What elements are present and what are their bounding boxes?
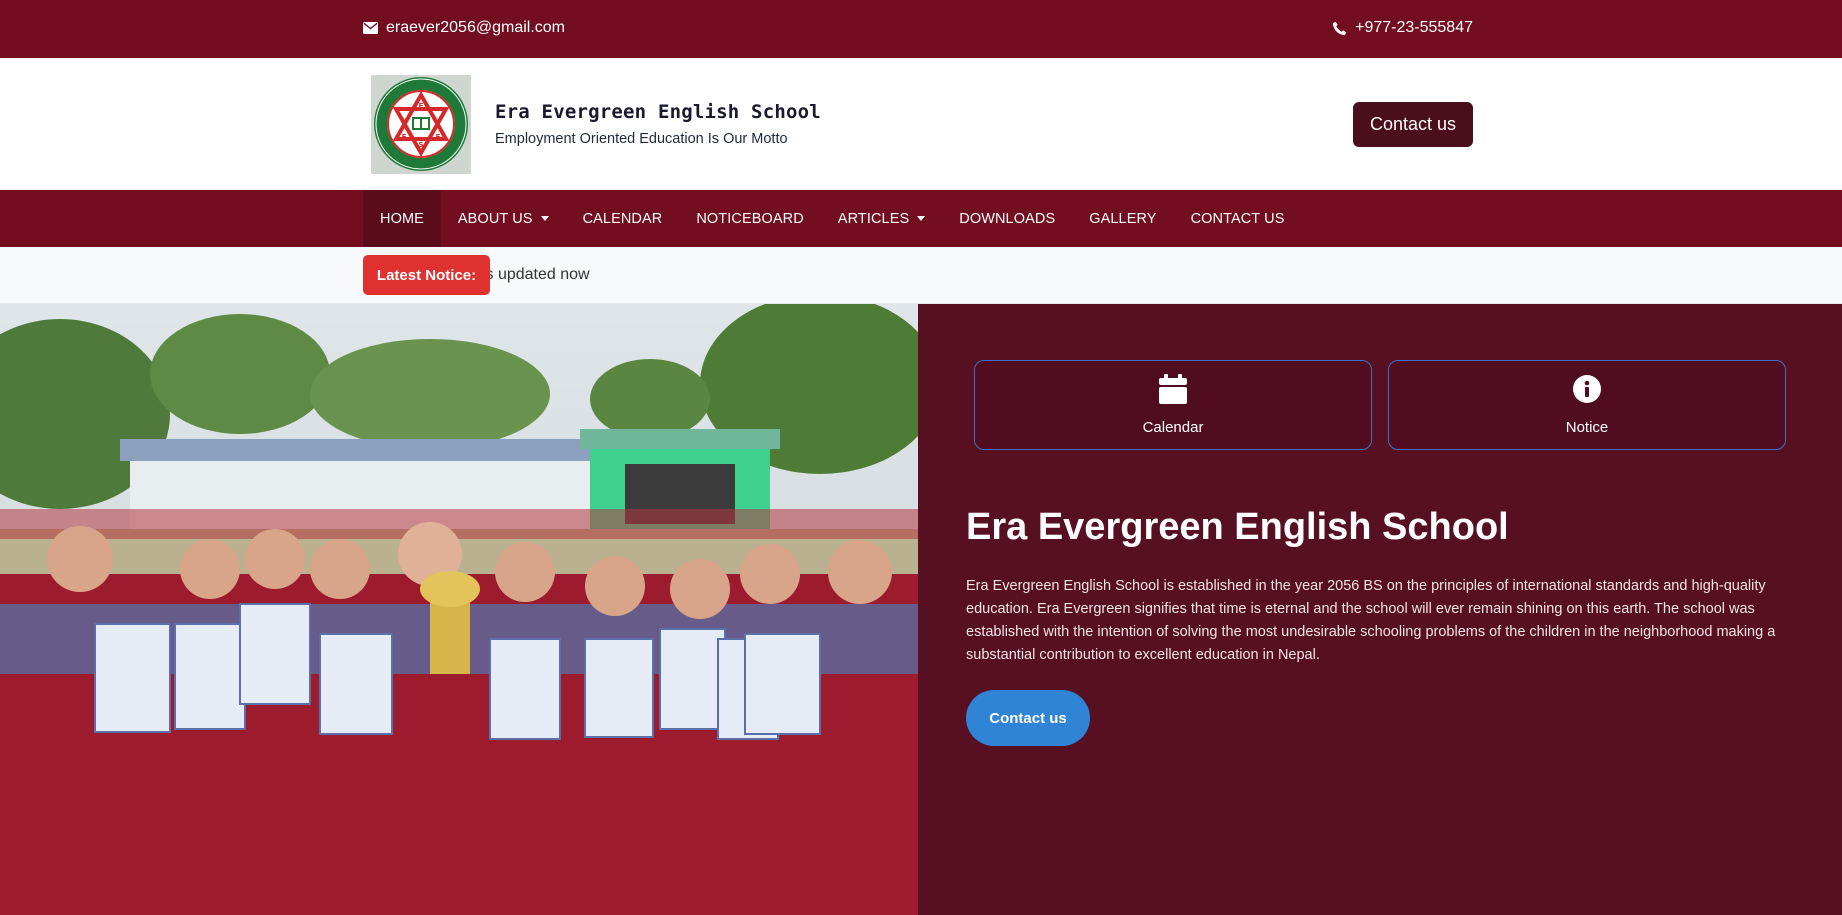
nav-label: CONTACT US (1190, 210, 1285, 227)
envelope-icon (363, 22, 378, 34)
latest-notice-label: Latest Notice: (363, 255, 490, 295)
nav-item-calendar[interactable]: CALENDAR (566, 190, 680, 247)
school-logo[interactable]: E E E S (371, 75, 471, 174)
top-contact-bar: eraever2056@gmail.com +977-23-555847 (0, 0, 1842, 58)
nav-label: ARTICLES (837, 210, 910, 227)
hero-title: Era Evergreen English School (966, 506, 1509, 548)
nav-item-contact-us[interactable]: CONTACT US (1174, 190, 1302, 247)
notice-card-label: Notice (1565, 419, 1609, 436)
notice-ticker: Latest Notice: Website is updated now (0, 247, 1842, 304)
header-contact-button[interactable]: Contact us (1353, 102, 1473, 147)
logo-letter: E (419, 102, 424, 110)
main-navbar: HOME ABOUT US CALENDAR NOTICEBOARD ARTIC… (0, 190, 1842, 247)
nav-list: HOME ABOUT US CALENDAR NOTICEBOARD ARTIC… (363, 190, 1301, 247)
phone-icon (1332, 21, 1347, 36)
school-name[interactable]: Era Evergreen English School (495, 101, 821, 123)
hero-description: Era Evergreen English School is establis… (966, 578, 1776, 663)
nav-label: NOTICEBOARD (696, 210, 804, 227)
caret-down-icon (540, 216, 549, 221)
nav-label: GALLERY (1089, 210, 1157, 227)
nav-item-home[interactable]: HOME (363, 190, 441, 247)
calendar-icon (1159, 374, 1187, 409)
email-link[interactable]: eraever2056@gmail.com (363, 19, 565, 37)
hero-contact-button[interactable]: Contact us (966, 690, 1090, 746)
nav-item-noticeboard[interactable]: NOTICEBOARD (679, 190, 820, 247)
notice-card[interactable]: Notice (1388, 360, 1786, 450)
email-text: eraever2056@gmail.com (386, 19, 565, 36)
logo-letter: E (402, 133, 407, 141)
logo-letter: E (436, 133, 441, 141)
site-header: E E E S Era Evergreen English School Emp… (0, 58, 1842, 190)
nav-item-downloads[interactable]: DOWNLOADS (942, 190, 1072, 247)
calendar-card-label: Calendar (1142, 419, 1204, 436)
school-motto: Employment Oriented Education Is Our Mot… (495, 131, 788, 147)
nav-label: ABOUT US (457, 210, 533, 227)
nav-label: CALENDAR (582, 210, 663, 227)
nav-item-about-us[interactable]: ABOUT US (441, 190, 566, 247)
calendar-card[interactable]: Calendar (974, 360, 1372, 450)
caret-down-icon (917, 216, 926, 221)
hero-info-panel: Calendar Notice Era Evergreen English Sc… (918, 304, 1842, 915)
nav-label: DOWNLOADS (959, 210, 1056, 227)
phone-text: +977-23-555847 (1355, 19, 1473, 36)
phone-link[interactable]: +977-23-555847 (1332, 19, 1473, 37)
hero-photo (0, 304, 918, 915)
nav-label: HOME (380, 210, 424, 227)
logo-letter: S (418, 141, 423, 149)
nav-item-articles[interactable]: ARTICLES (821, 190, 942, 247)
nav-item-gallery[interactable]: GALLERY (1072, 190, 1173, 247)
info-circle-icon (1572, 374, 1602, 409)
